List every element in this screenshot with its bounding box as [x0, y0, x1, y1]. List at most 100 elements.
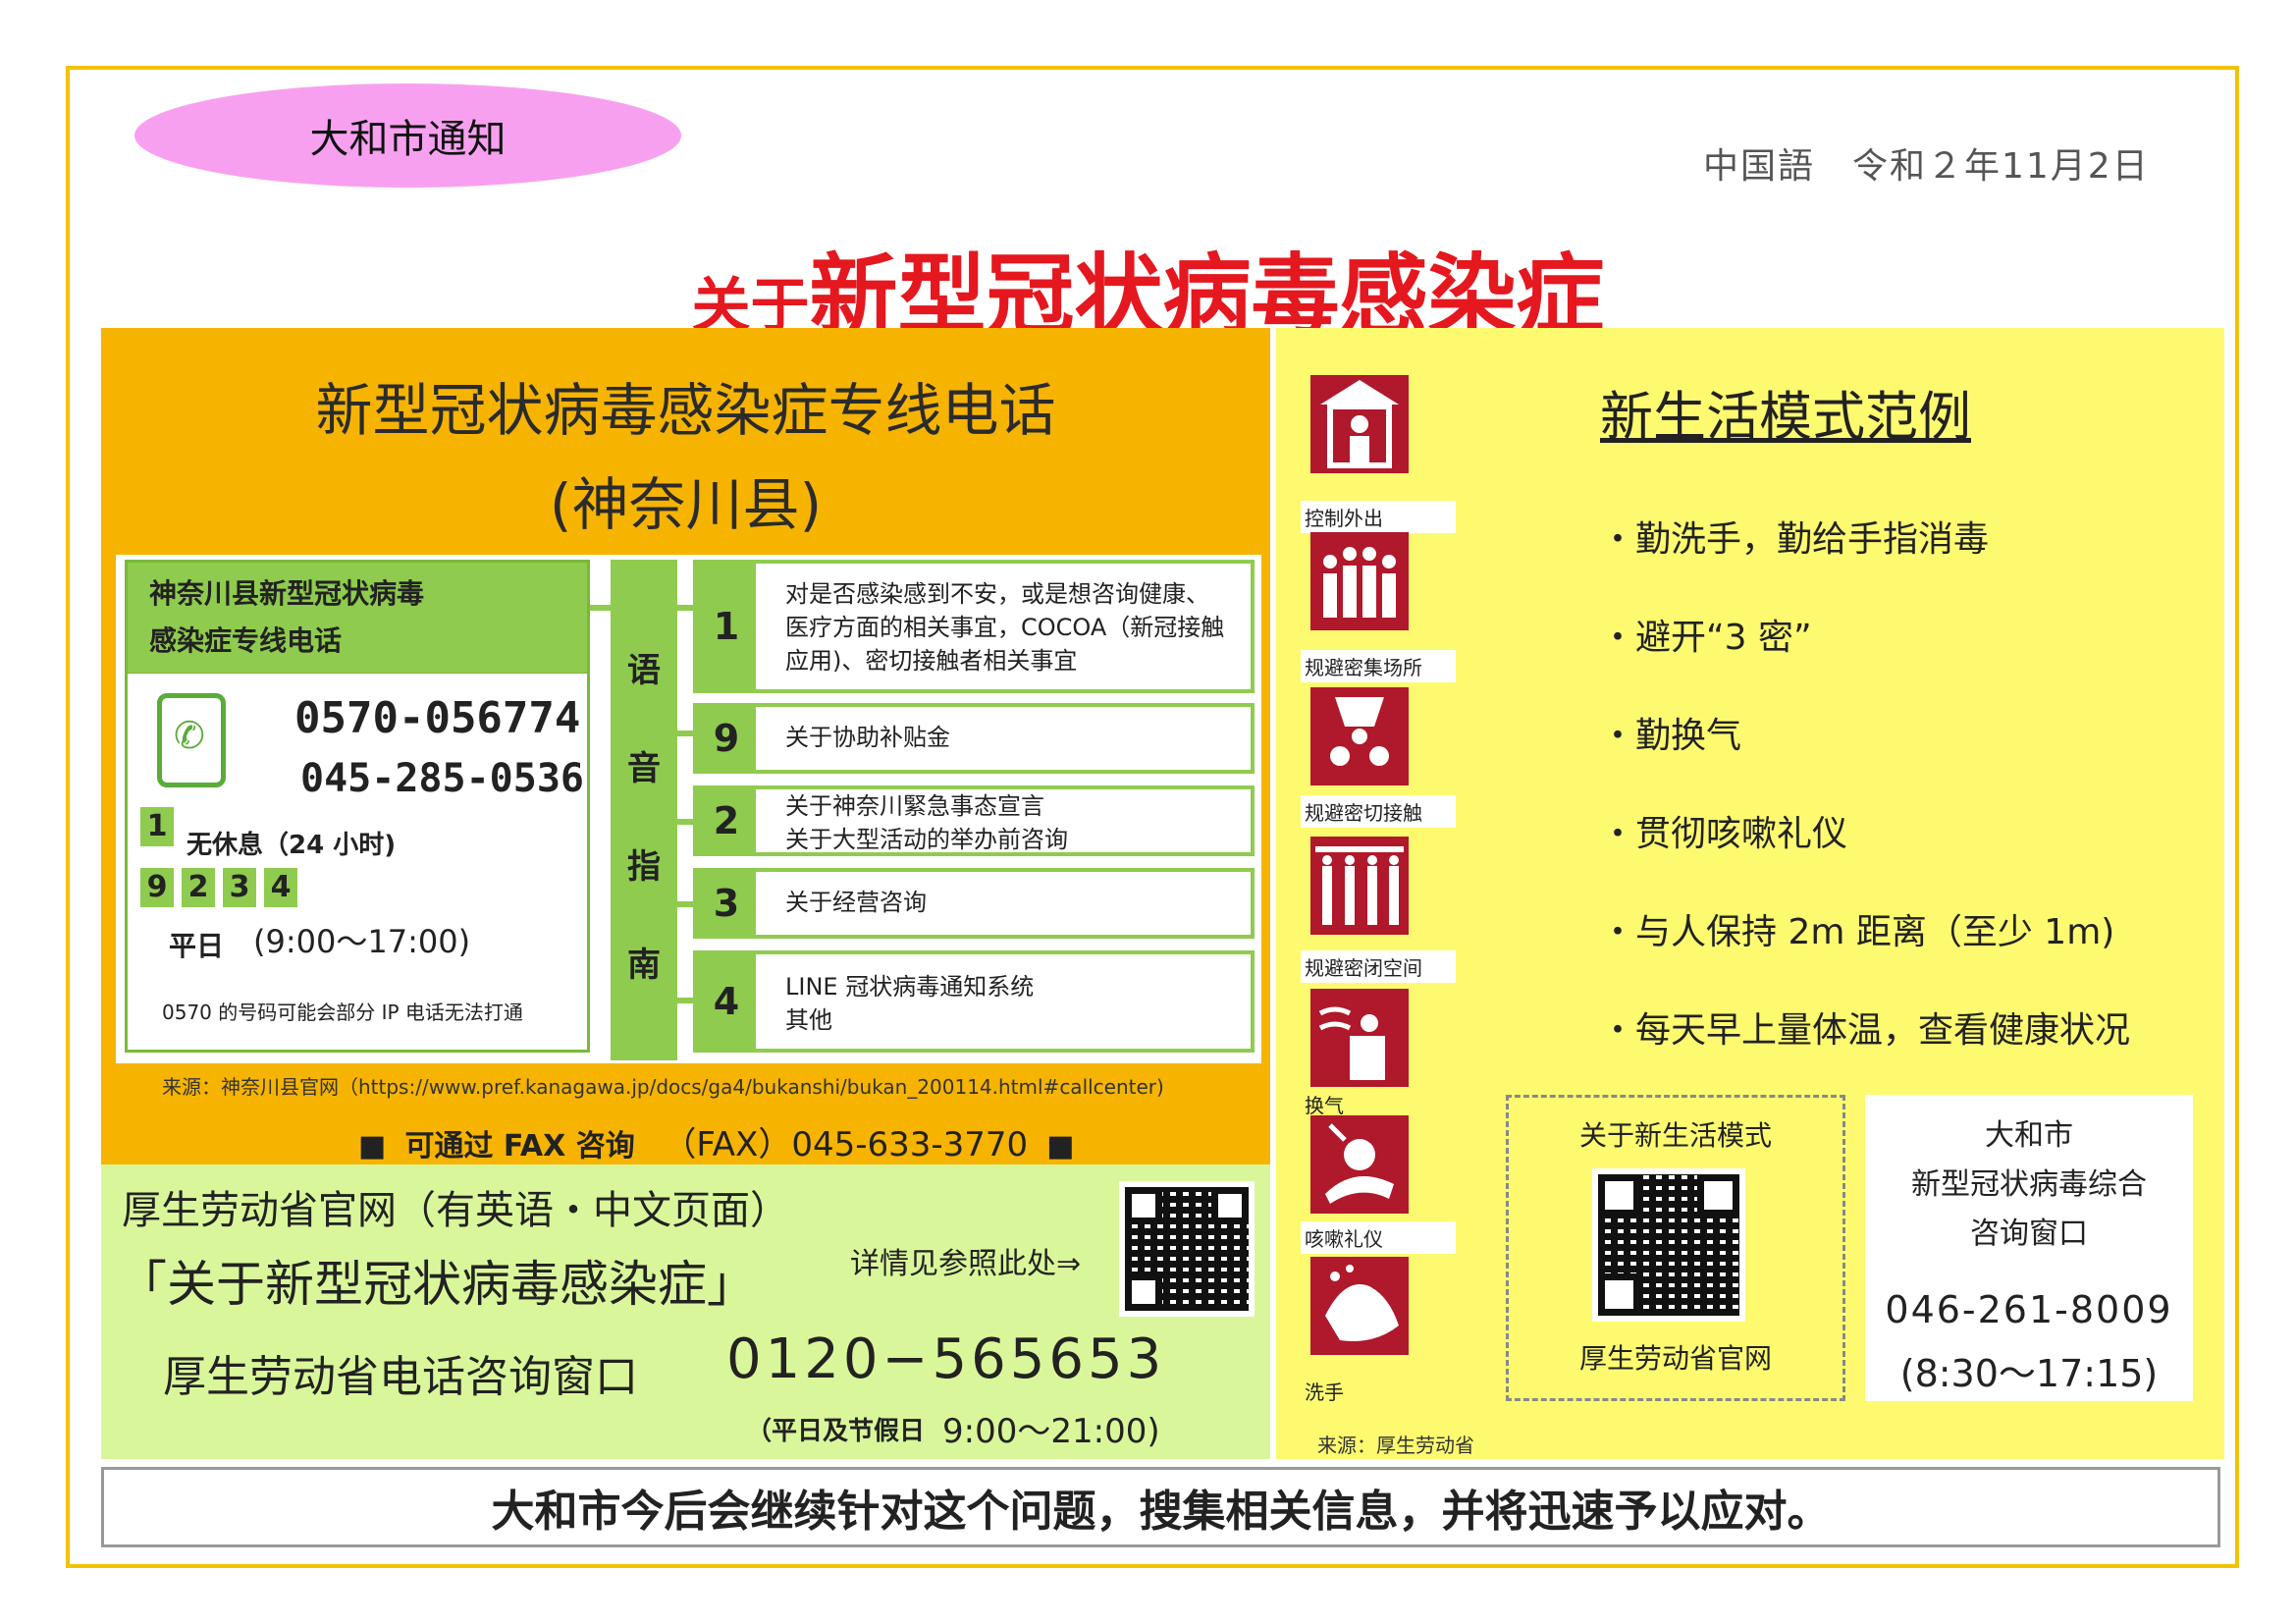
option-line: 关于大型活动的举办前咨询: [785, 826, 1068, 853]
icon-label: 洗手: [1305, 1380, 1344, 1404]
voice-guide-char: 南: [627, 946, 661, 985]
option-number: 9: [697, 707, 756, 770]
newlife-source: 来源：厚生劳动省: [1317, 1434, 1474, 1457]
phone-number-1[interactable]: 0570-056774: [294, 693, 580, 743]
hotline-title: 新型冠状病毒感染症专线电话 (神奈川县): [101, 363, 1270, 552]
notice-badge: 大和市通知: [134, 83, 681, 188]
option-line: LINE 冠状病毒通知系统: [785, 973, 1035, 1001]
option-line: 关于协助补贴金: [785, 724, 950, 751]
qr-caption-top: 关于新生活模式: [1578, 1119, 1772, 1152]
date-label: 中国語 令和２年11月2日: [1703, 146, 2150, 187]
option-number: 3: [697, 872, 756, 935]
phone-icon: ✆: [157, 693, 226, 787]
hotline-box-header: 神奈川县新型冠状病毒 感染症专线电话: [125, 560, 590, 676]
option-text: 关于神奈川緊急事态宣言 关于大型活动的举办前咨询: [785, 789, 1068, 856]
see-here-label: 详情见参照此处⇒: [850, 1247, 1082, 1281]
label-weekday: 平日: [169, 930, 225, 962]
connector-line: [677, 605, 693, 611]
crowd-icon: [1310, 532, 1409, 630]
key-weekday: 4: [264, 868, 297, 907]
mhlw-tel-label: 厚生劳动省电话咨询窗口: [163, 1352, 638, 1402]
icon-label: 控制外出: [1301, 501, 1456, 533]
mhlw-site-line: 厚生劳动省官网（有英语・中文页面）: [122, 1188, 789, 1233]
connector-line: [677, 901, 693, 907]
option-number: 4: [697, 954, 756, 1049]
option-line: 医疗方面的相关事宜，COCOA（新冠接触: [785, 614, 1225, 641]
icon-label: 规避密集场所: [1301, 650, 1456, 682]
option-text: LINE 冠状病毒通知系统 其他: [785, 970, 1034, 1037]
icon-label: 咳嗽礼仪: [1301, 1221, 1456, 1254]
connector-line: [677, 731, 693, 736]
icon-label: 规避密闭空间: [1301, 950, 1456, 983]
lifestyle-bullet: ・勤洗手，勤给手指消毒: [1600, 519, 1990, 560]
key-weekday: 2: [182, 868, 215, 907]
fax-line: ■ 可通过 FAX 咨询 （FAX）045-633-3770 ■: [358, 1117, 1075, 1165]
lifestyle-bullet: ・与人保持 2m 距离（至少 1m): [1600, 912, 2115, 952]
connector-line: [677, 819, 693, 825]
house-person-icon: [1310, 375, 1409, 473]
icon-label: 规避密切接触: [1301, 795, 1456, 828]
option-line: 其他: [785, 1006, 832, 1034]
option-9: 9 关于协助补贴金: [693, 703, 1255, 774]
key-24h: 1: [140, 807, 174, 846]
voice-guide-bar: 语 音 指 南: [611, 560, 677, 1060]
option-2: 2 关于神奈川緊急事态宣言 关于大型活动的举办前咨询: [693, 785, 1255, 856]
city-phone[interactable]: 046-261-8009: [1865, 1288, 2193, 1331]
lifestyle-icon-column: 控制外出 规避密集场所 规避密切接触 规避密闭空间 换气 咳嗽礼仪 洗手: [1301, 375, 1458, 1406]
hotline-box-title-line1: 神奈川县新型冠状病毒: [149, 577, 425, 610]
city-line: 咨询窗口: [1970, 1217, 2088, 1251]
key-weekday: 9: [140, 868, 174, 907]
option-text: 对是否感染感到不安，或是想咨询健康、 医疗方面的相关事宜，COCOA（新冠接触 …: [785, 577, 1224, 677]
fax-label: 可通过 FAX 咨询: [404, 1129, 635, 1164]
key-weekday: 3: [223, 868, 256, 907]
qr-caption-bottom: 厚生劳动省官网: [1578, 1342, 1772, 1375]
option-number: 2: [697, 789, 756, 852]
ventilation-icon: [1310, 989, 1409, 1087]
footer-message: 大和市今后会继续针对这个问题，搜集相关信息，并将迅速予以应对。: [101, 1467, 2220, 1547]
mhlw-hours-time: 9:00〜21:00): [942, 1412, 1160, 1451]
close-contact-icon: [1310, 687, 1409, 785]
lifestyle-bullet: ・每天早上量体温，查看健康状况: [1600, 1010, 2131, 1051]
option-line: 对是否感染感到不安，或是想咨询健康、: [785, 580, 1209, 608]
option-3: 3 关于经营咨询: [693, 868, 1255, 939]
fax-number[interactable]: （FAX）045-633-3770: [663, 1125, 1028, 1164]
cough-etiquette-icon: [1310, 1115, 1409, 1214]
hotline-source: 来源：神奈川县官网（https://www.pref.kanagawa.jp/d…: [162, 1075, 1164, 1099]
option-4: 4 LINE 冠状病毒通知系统 其他: [693, 950, 1255, 1053]
closed-space-icon: [1310, 837, 1409, 935]
mhlw-tel-number[interactable]: 0120−565653: [726, 1327, 1165, 1391]
mhlw-qr-code[interactable]: [1119, 1181, 1255, 1317]
hotline-title-line2: (神奈川县): [549, 471, 823, 538]
new-lifestyle-title: 新生活模式范例: [1600, 386, 1971, 448]
connector-line: [677, 998, 693, 1003]
mhlw-title[interactable]: 「关于新型冠状病毒感染症」: [118, 1245, 756, 1316]
hotline-title-line1: 新型冠状病毒感染症专线电话: [315, 377, 1056, 444]
voice-guide-char: 音: [627, 749, 661, 788]
ip-phone-note: 0570 的号码可能会部分 IP 电话无法打通: [162, 1001, 523, 1024]
label-24h: 无休息（24 小时): [187, 831, 397, 860]
hotline-box-title-line2: 感染症专线电话: [149, 624, 343, 657]
hours-weekday: (9:00〜17:00): [253, 923, 471, 960]
option-text: 关于协助补贴金: [785, 721, 950, 754]
square-icon: ■: [1046, 1129, 1075, 1164]
new-lifestyle-qr-code[interactable]: [1592, 1168, 1745, 1322]
connector-line: [590, 605, 611, 611]
option-line: 关于神奈川緊急事态宣言: [785, 792, 1044, 820]
city-hours: (8:30〜17:15): [1899, 1352, 2159, 1395]
voice-guide-char: 语: [627, 651, 661, 690]
city-line: 新型冠状病毒综合: [1911, 1167, 2147, 1202]
lifestyle-bullet: ・勤换气: [1600, 716, 1742, 756]
option-line: 应用)、密切接触者相关事宜: [785, 647, 1078, 675]
mhlw-hours-label: （平日及节假日: [746, 1417, 926, 1446]
city-consult-text: 大和市 新型冠状病毒综合 咨询窗口: [1865, 1111, 2193, 1259]
square-icon: ■: [358, 1129, 387, 1164]
phone-number-2[interactable]: 045-285-0536: [300, 756, 584, 801]
lifestyle-bullet: ・贯彻咳嗽礼仪: [1600, 814, 1848, 854]
option-1: 1 对是否感染感到不安，或是想咨询健康、 医疗方面的相关事宜，COCOA（新冠接…: [693, 560, 1255, 693]
city-line: 大和市: [1985, 1118, 2073, 1153]
option-number: 1: [697, 564, 756, 689]
option-line: 关于经营咨询: [785, 889, 927, 916]
handwash-icon: [1310, 1257, 1409, 1355]
lifestyle-bullet: ・避开“3 密”: [1600, 618, 1812, 658]
option-text: 关于经营咨询: [785, 886, 927, 919]
